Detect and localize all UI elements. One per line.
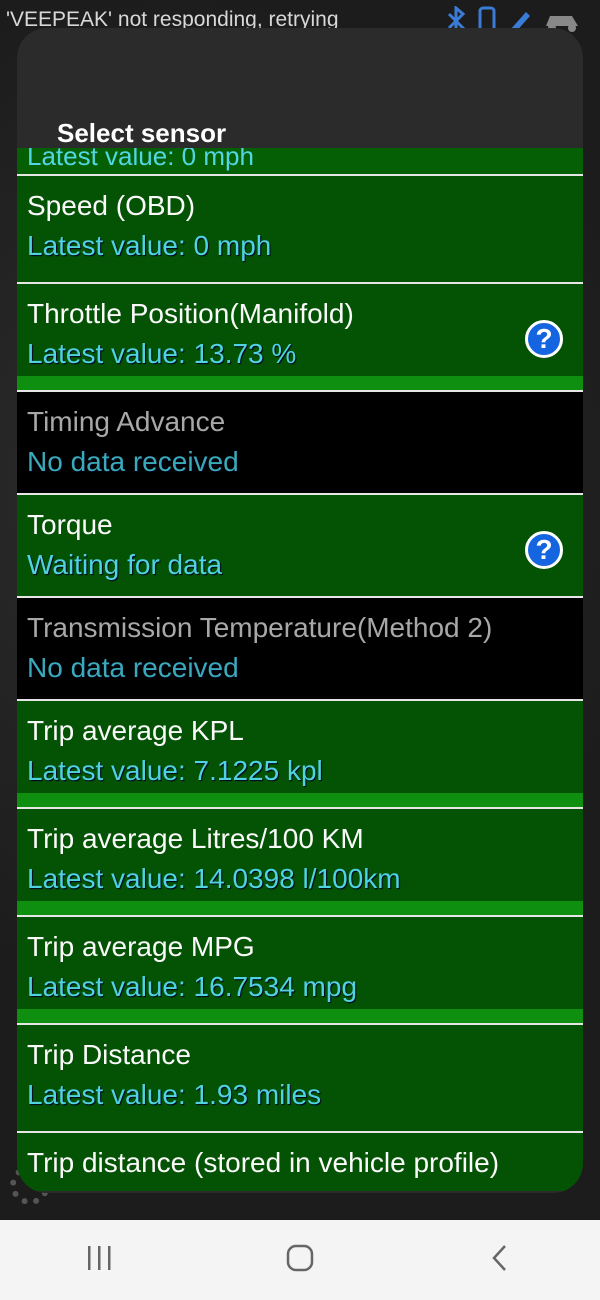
sensor-row[interactable]: Trip average MPG Latest value: 16.7534 mp… (17, 915, 583, 1023)
sensor-name: Trip distance (stored in vehicle profile… (27, 1147, 500, 1178)
progress-bar (17, 901, 583, 915)
sensor-name: Throttle Position(Manifold) (27, 298, 354, 329)
recents-button[interactable] (50, 1230, 150, 1290)
sensor-value: Waiting for data (27, 549, 223, 580)
sensor-row[interactable]: Timing Advance No data received (17, 390, 583, 493)
recents-icon (85, 1245, 115, 1276)
sensor-value: Latest value: 0 mph (27, 230, 272, 261)
sensor-row[interactable]: Trip Distance Latest value: 1.93 miles (17, 1023, 583, 1131)
sensor-value: Latest value: 1.93 miles (27, 1079, 322, 1110)
back-icon (490, 1243, 510, 1278)
sensor-value: No data received (27, 652, 239, 683)
sensor-row[interactable]: Trip distance (stored in vehicle profile… (17, 1131, 583, 1191)
sensor-row[interactable]: Speed (OBD) Latest value: 0 mph (17, 174, 583, 282)
sensor-row[interactable]: Trip average Litres/100 KM Latest value: … (17, 807, 583, 915)
sensor-name: Trip average MPG (27, 931, 255, 962)
list-item-partial[interactable]: Latest value: 0 mph (17, 148, 583, 174)
dialog-title: Select sensor (57, 118, 227, 148)
sensor-name: Torque (27, 509, 113, 540)
sensor-name: Speed (OBD) (27, 190, 196, 221)
sensor-name: Transmission Temperature(Method 2) (27, 612, 493, 643)
progress-bar (17, 793, 583, 807)
home-button[interactable] (250, 1230, 350, 1290)
sensor-row[interactable]: Trip average KPL Latest value: 7.1225 kpl (17, 699, 583, 807)
back-button[interactable] (450, 1230, 550, 1290)
sensor-row[interactable]: Transmission Temperature(Method 2) No dat… (17, 596, 583, 699)
sensor-row[interactable]: Throttle Position(Manifold) Latest value:… (17, 282, 583, 390)
select-sensor-dialog: Select sensor Latest value: 0 mph Speed … (17, 28, 583, 1193)
help-icon[interactable]: ? (525, 531, 563, 569)
sensor-value: Latest value: 16.7534 mpg (27, 971, 358, 1002)
sensor-name: Trip Distance (27, 1039, 191, 1070)
sensor-value: Latest value: 7.1225 kpl (27, 755, 323, 786)
sensor-value: Latest value: 13.73 % (27, 338, 297, 369)
sensor-name: Trip average KPL (27, 715, 244, 746)
sensor-value: Latest value: 0 mph (27, 148, 254, 171)
sensor-row[interactable]: Torque Waiting for data? (17, 493, 583, 596)
sensor-name: Timing Advance (27, 406, 226, 437)
sensor-value: Latest value: 14.0398 l/100km (27, 863, 401, 894)
progress-bar (17, 376, 583, 390)
sensor-value: No data received (27, 446, 239, 477)
progress-bar (17, 1009, 583, 1023)
help-icon[interactable]: ? (525, 320, 563, 358)
home-icon (285, 1243, 315, 1278)
navigation-bar (0, 1220, 600, 1300)
sensor-name: Trip average Litres/100 KM (27, 823, 364, 854)
sensor-list[interactable]: Latest value: 0 mph Speed (OBD) Latest va… (17, 148, 583, 1193)
